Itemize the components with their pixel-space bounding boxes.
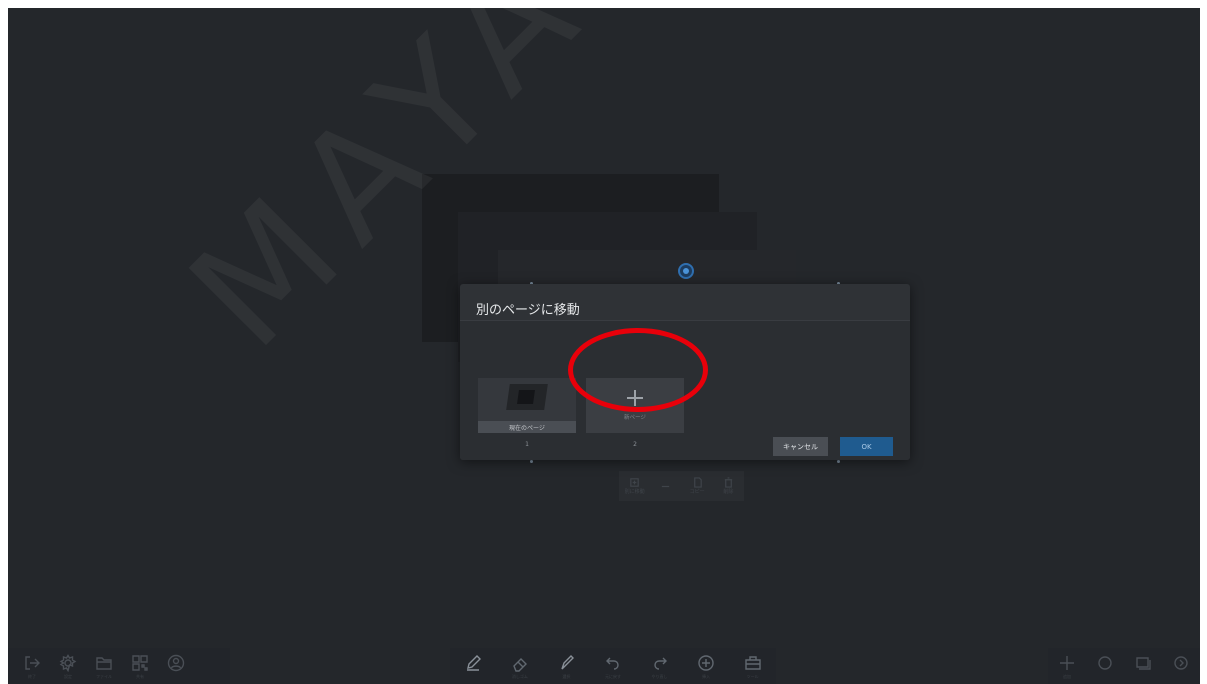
settings-button[interactable]: 設定 [50, 653, 86, 679]
eraser-icon [513, 657, 527, 672]
qr-icon [132, 654, 148, 671]
toolbox-button[interactable]: ツール [735, 654, 771, 679]
page-thumbnail-current[interactable]: 現在のページ [478, 378, 576, 433]
selection-handle[interactable] [837, 460, 840, 463]
user-button[interactable] [158, 654, 194, 679]
toolbox-icon [744, 655, 761, 670]
rotate-handle-icon[interactable] [678, 263, 694, 279]
toolbar-left: 終了 設定 ファイル 共有 [8, 648, 230, 684]
insert-icon [630, 478, 639, 487]
exit-button[interactable]: 終了 [14, 654, 50, 679]
insert-button[interactable]: 挿入 [688, 654, 724, 679]
toolbar-center: 消しゴム 選択 元に戻す やり直し 挿入 ツール [450, 648, 776, 684]
whiteboard-canvas[interactable]: 別に移動 コピー 削除 MAYA SY 別のページに移動 現在のページ [8, 8, 1200, 684]
settings-icon [59, 653, 77, 672]
folder-icon [96, 656, 112, 670]
redo-icon [653, 657, 667, 670]
eraser-tool-button[interactable]: 消しゴム [502, 654, 538, 679]
ok-button[interactable]: OK [840, 437, 893, 456]
undo-icon [605, 657, 619, 670]
exit-icon [25, 655, 40, 670]
page-number: 2 [633, 441, 637, 448]
user-icon [167, 654, 185, 671]
new-page-label: 新ページ [624, 415, 646, 421]
redo-button[interactable]: やり直し [642, 654, 678, 679]
floatbar-minus-button[interactable] [655, 481, 677, 492]
selection-floatbar: 別に移動 コピー 削除 [619, 471, 744, 501]
dialog-title: 別のページに移動 [476, 303, 580, 318]
highlight-circle-annotation [568, 328, 708, 412]
cancel-button[interactable]: キャンセル [773, 437, 828, 456]
pages-icon [1136, 656, 1151, 670]
pen-icon [467, 654, 482, 671]
plus-icon [1060, 655, 1074, 670]
select-icon [561, 654, 575, 669]
file-button[interactable]: ファイル [86, 654, 122, 679]
thumbnail-label-bar: 現在のページ [478, 421, 576, 433]
selection-handle[interactable] [530, 460, 533, 463]
floatbar-copy-button[interactable]: コピー [686, 477, 708, 495]
minus-icon [662, 485, 670, 487]
select-tool-button[interactable]: 選択 [548, 654, 584, 679]
add-circle-icon [698, 654, 714, 671]
floatbar-delete-button[interactable]: 削除 [717, 477, 739, 495]
undo-button[interactable]: 元に戻す [595, 654, 631, 679]
prev-page-button[interactable] [1087, 654, 1123, 679]
copy-icon [693, 477, 702, 488]
toolbar-right: 追加 [1048, 648, 1200, 684]
next-icon [1174, 655, 1188, 670]
page-number: 1 [525, 441, 529, 448]
pages-button[interactable] [1125, 654, 1161, 679]
share-button[interactable]: 共有 [122, 654, 158, 679]
pen-tool-button[interactable] [455, 654, 491, 679]
add-page-button[interactable]: 追加 [1049, 654, 1085, 679]
floatbar-move-button[interactable]: 別に移動 [624, 477, 646, 495]
page-preview-image [506, 384, 548, 410]
thumbnail-label: 現在のページ [509, 424, 545, 432]
trash-icon [724, 477, 733, 488]
next-page-button[interactable] [1163, 654, 1199, 679]
circle-icon [1098, 655, 1112, 670]
